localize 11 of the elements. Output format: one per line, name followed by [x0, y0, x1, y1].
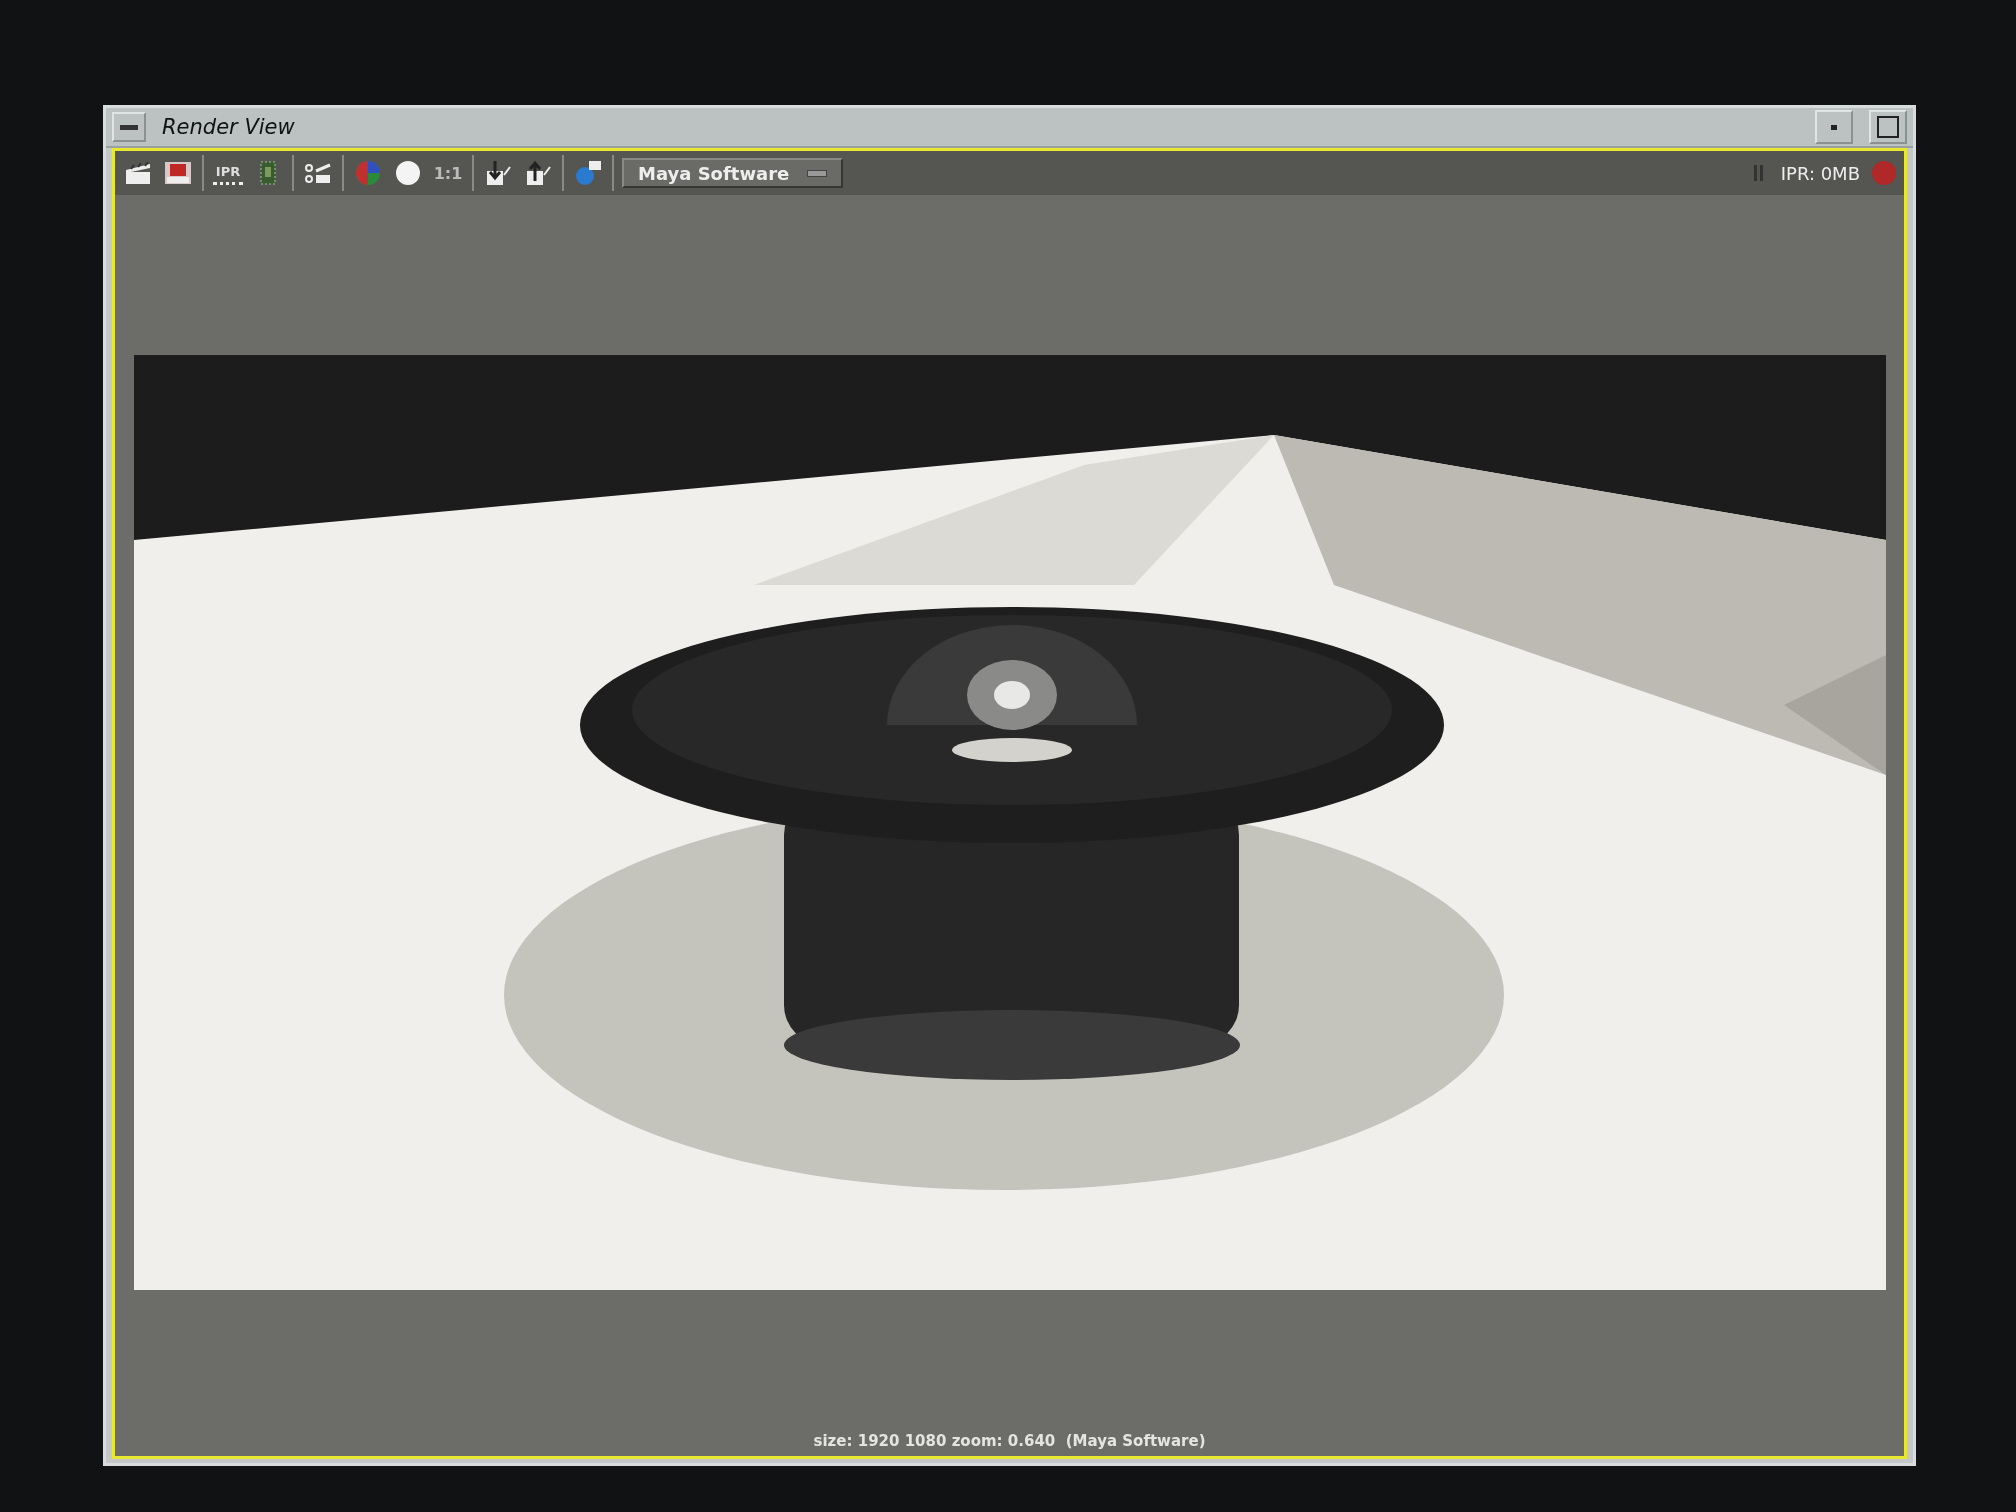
maximize-button[interactable] [1869, 110, 1907, 144]
ipr-memory-label: IPR: 0MB [1780, 162, 1860, 184]
color-channels-icon[interactable] [353, 158, 383, 188]
circle-icon[interactable] [393, 158, 423, 188]
renderer-dropdown[interactable]: Maya Software [622, 158, 844, 188]
ipr-render-button[interactable]: IPR [213, 161, 243, 185]
window-menu-button[interactable] [112, 112, 146, 142]
real-size-button[interactable]: 1:1 [433, 158, 463, 188]
window-title: Render View [162, 115, 296, 139]
minimize-button[interactable] [1815, 110, 1853, 144]
status-text: size: 1920 1080 zoom: 0.640 (Maya Software) [813, 1432, 1206, 1452]
